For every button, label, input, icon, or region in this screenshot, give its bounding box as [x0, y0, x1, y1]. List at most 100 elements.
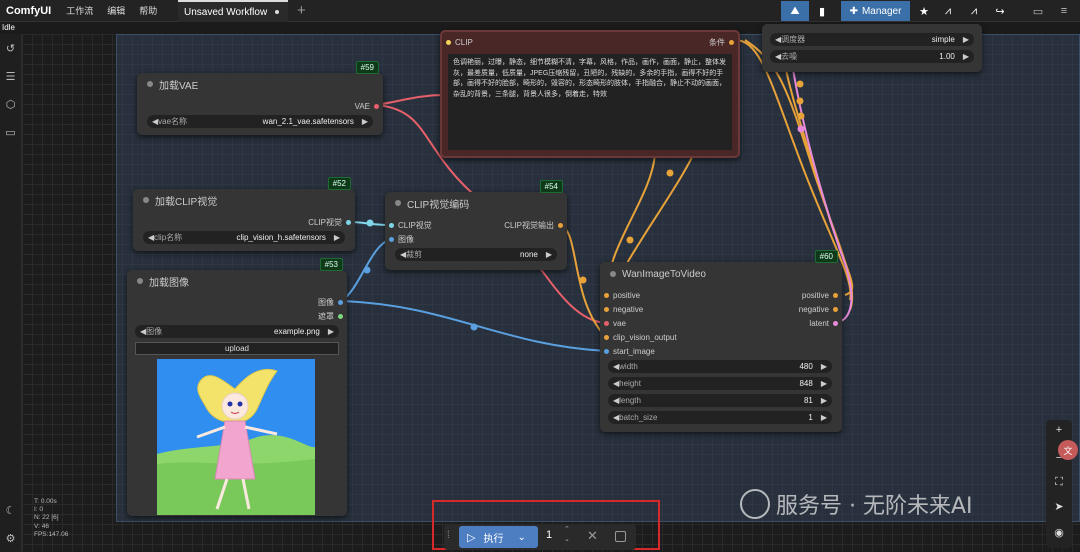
right-arrow-icon[interactable]: ▶ — [821, 362, 827, 371]
load-vae-node[interactable]: #59 加载VAE VAE ◀ vae名称 wan_2.1_vae.safete… — [137, 61, 383, 135]
clip-vision-output-port-icon[interactable] — [558, 222, 563, 228]
clip-vision-output[interactable]: CLIP视觉输出 — [504, 219, 563, 231]
drag-handle-icon[interactable]: ⁞ — [447, 530, 450, 541]
positive-input[interactable]: positive — [604, 289, 640, 301]
star-icon[interactable]: ★ — [914, 1, 934, 21]
bookmark-icon[interactable]: ▮ — [810, 1, 834, 21]
start-image-port-icon[interactable] — [604, 348, 609, 354]
collapse-dot-icon[interactable] — [143, 197, 149, 203]
model-icon[interactable]: ⩘ — [938, 1, 958, 21]
queue-icon[interactable]: ⛰ — [781, 1, 809, 21]
right-arrow-icon[interactable]: ▶ — [546, 250, 552, 259]
hamburger-menu-icon[interactable]: ≡ — [1054, 1, 1074, 21]
collapse-dot-icon[interactable] — [395, 200, 401, 206]
menu-help[interactable]: 帮助 — [132, 4, 164, 17]
right-arrow-icon[interactable]: ▶ — [821, 396, 827, 405]
new-tab-plus-icon[interactable]: + — [297, 2, 306, 19]
collapse-dot-icon[interactable] — [610, 271, 616, 277]
clip-vision-port-icon[interactable] — [346, 219, 351, 225]
clip-input[interactable]: CLIP — [446, 36, 473, 48]
latent-port-icon[interactable] — [833, 320, 838, 326]
positive-out-port-icon[interactable] — [833, 292, 838, 298]
translate-icon[interactable]: 文 — [1058, 440, 1078, 460]
clip-vision-output[interactable]: CLIP视觉 — [308, 216, 351, 228]
negative-prompt-textarea[interactable]: 色调艳丽，过曝，静态，细节模糊不清，字幕，风格，作品，画作，画面，静止，整体发灰… — [448, 54, 732, 150]
clip-name-widget[interactable]: ◀ clip名称 clip_vision_h.safetensors ▶ — [143, 231, 345, 244]
start-image-input[interactable]: start_image — [604, 345, 655, 357]
upload-button[interactable]: upload — [135, 342, 339, 355]
clip-vision-port-icon[interactable] — [389, 222, 394, 228]
image-input[interactable]: 图像 — [389, 233, 414, 245]
cube-icon[interactable]: ⬡ — [4, 98, 17, 111]
clip-vision-input[interactable]: CLIP视觉 — [389, 219, 432, 231]
cancel-x-icon[interactable]: ✕ — [587, 528, 598, 544]
right-arrow-icon[interactable]: ▶ — [328, 327, 334, 336]
width-widget[interactable]: ◀ width 480 ▶ — [608, 360, 832, 373]
clip-vision-output-port-icon[interactable] — [604, 334, 609, 340]
scheduler-widget[interactable]: ◀ 调度器 simple ▶ — [770, 33, 974, 46]
right-arrow-icon[interactable]: ▶ — [362, 117, 368, 126]
right-arrow-icon[interactable]: ▶ — [821, 379, 827, 388]
clip-text-encode-node[interactable]: CLIP 条件 色调艳丽，过曝，静态，细节模糊不清，字幕，风格，作品，画作，画面… — [440, 30, 740, 158]
panel-toggle-icon[interactable]: ▭ — [1028, 1, 1048, 21]
mask-port-icon[interactable] — [338, 313, 343, 319]
settings-gear-icon[interactable]: ⚙ — [4, 532, 17, 545]
right-arrow-icon[interactable]: ▶ — [821, 413, 827, 422]
mask-output[interactable]: 遮罩 — [318, 310, 343, 322]
vae-name-widget[interactable]: ◀ vae名称 wan_2.1_vae.safetensors ▶ — [147, 115, 373, 128]
sampler-node[interactable]: ◀ 调度器 simple ▶ ◀ 去噪 1.00 ▶ — [762, 24, 982, 72]
stop-square-icon[interactable] — [615, 531, 626, 542]
zoom-in-icon[interactable]: + — [1053, 424, 1065, 436]
batch-stepper-icon[interactable]: ⌃ ⌄ — [564, 525, 570, 545]
right-arrow-icon[interactable]: ▶ — [963, 52, 969, 61]
image-port-icon[interactable] — [338, 299, 343, 305]
clip-vision-output-input[interactable]: clip_vision_output — [604, 331, 677, 343]
latent-output[interactable]: latent — [809, 317, 838, 329]
menu-workflow[interactable]: 工作流 — [59, 4, 100, 17]
wan-image-to-video-node[interactable]: #60 WanImageToVideo positive negative va… — [600, 250, 842, 432]
nodes-icon[interactable]: ⩘ — [964, 1, 984, 21]
chevron-down-icon[interactable]: ⌄ — [517, 532, 525, 543]
vae-port-icon[interactable] — [374, 103, 379, 109]
height-widget[interactable]: ◀ height 848 ▶ — [608, 377, 832, 390]
history-icon[interactable]: ↺ — [4, 42, 17, 55]
positive-output[interactable]: positive — [802, 289, 838, 301]
right-arrow-icon[interactable]: ▶ — [963, 35, 969, 44]
vae-output[interactable]: VAE — [355, 100, 379, 112]
share-icon[interactable]: ↪ — [990, 1, 1010, 21]
negative-input[interactable]: negative — [604, 303, 643, 315]
clip-port-icon[interactable] — [446, 39, 451, 45]
crop-widget[interactable]: ◀ 裁剪 none ▶ — [395, 248, 557, 261]
negative-out-port-icon[interactable] — [833, 306, 838, 312]
batch-count-value[interactable]: 1 — [546, 529, 552, 541]
batch-size-widget[interactable]: ◀ batch_size 1 ▶ — [608, 411, 832, 424]
vae-input[interactable]: vae — [604, 317, 626, 329]
length-widget[interactable]: ◀ length 81 ▶ — [608, 394, 832, 407]
image-output[interactable]: 图像 — [318, 296, 343, 308]
eye-icon[interactable]: ◉ — [1053, 526, 1065, 539]
right-arrow-icon[interactable]: ▶ — [334, 233, 340, 242]
workflow-tab[interactable]: Unsaved Workflow — [178, 0, 288, 22]
negative-output[interactable]: negative — [799, 303, 838, 315]
folder-icon[interactable]: ▭ — [4, 126, 17, 139]
positive-port-icon[interactable] — [604, 292, 609, 298]
image-port-icon[interactable] — [389, 236, 394, 242]
select-mode-icon[interactable]: ➤ — [1053, 500, 1065, 513]
moon-icon[interactable]: ☾ — [4, 504, 17, 517]
vae-port-icon[interactable] — [604, 320, 609, 326]
run-button[interactable]: ▷ 执行 ⌄ — [459, 526, 538, 548]
load-clip-vision-node[interactable]: #52 加载CLIP视觉 CLIP视觉 ◀ clip名称 clip_vision… — [133, 177, 355, 251]
negative-port-icon[interactable] — [604, 306, 609, 312]
manager-button[interactable]: ✚ Manager — [841, 1, 910, 21]
fit-view-icon[interactable]: ⛶ — [1053, 476, 1065, 488]
load-image-node[interactable]: #53 加载图像 图像 遮罩 ◀ 图像 example.png ▶ upload — [127, 258, 347, 516]
conditioning-port-icon[interactable] — [729, 39, 734, 45]
clip-vision-encode-node[interactable]: #54 CLIP视觉编码 CLIP视觉 图像 CLIP视觉输出 ◀ 裁剪 non… — [385, 180, 567, 270]
queue-list-icon[interactable]: ☰ — [4, 70, 17, 83]
image-select-widget[interactable]: ◀ 图像 example.png ▶ — [135, 325, 339, 338]
denoise-widget[interactable]: ◀ 去噪 1.00 ▶ — [770, 50, 974, 63]
conditioning-output[interactable]: 条件 — [709, 36, 734, 48]
menu-edit[interactable]: 编辑 — [100, 4, 132, 17]
collapse-dot-icon[interactable] — [147, 81, 153, 87]
collapse-dot-icon[interactable] — [137, 278, 143, 284]
